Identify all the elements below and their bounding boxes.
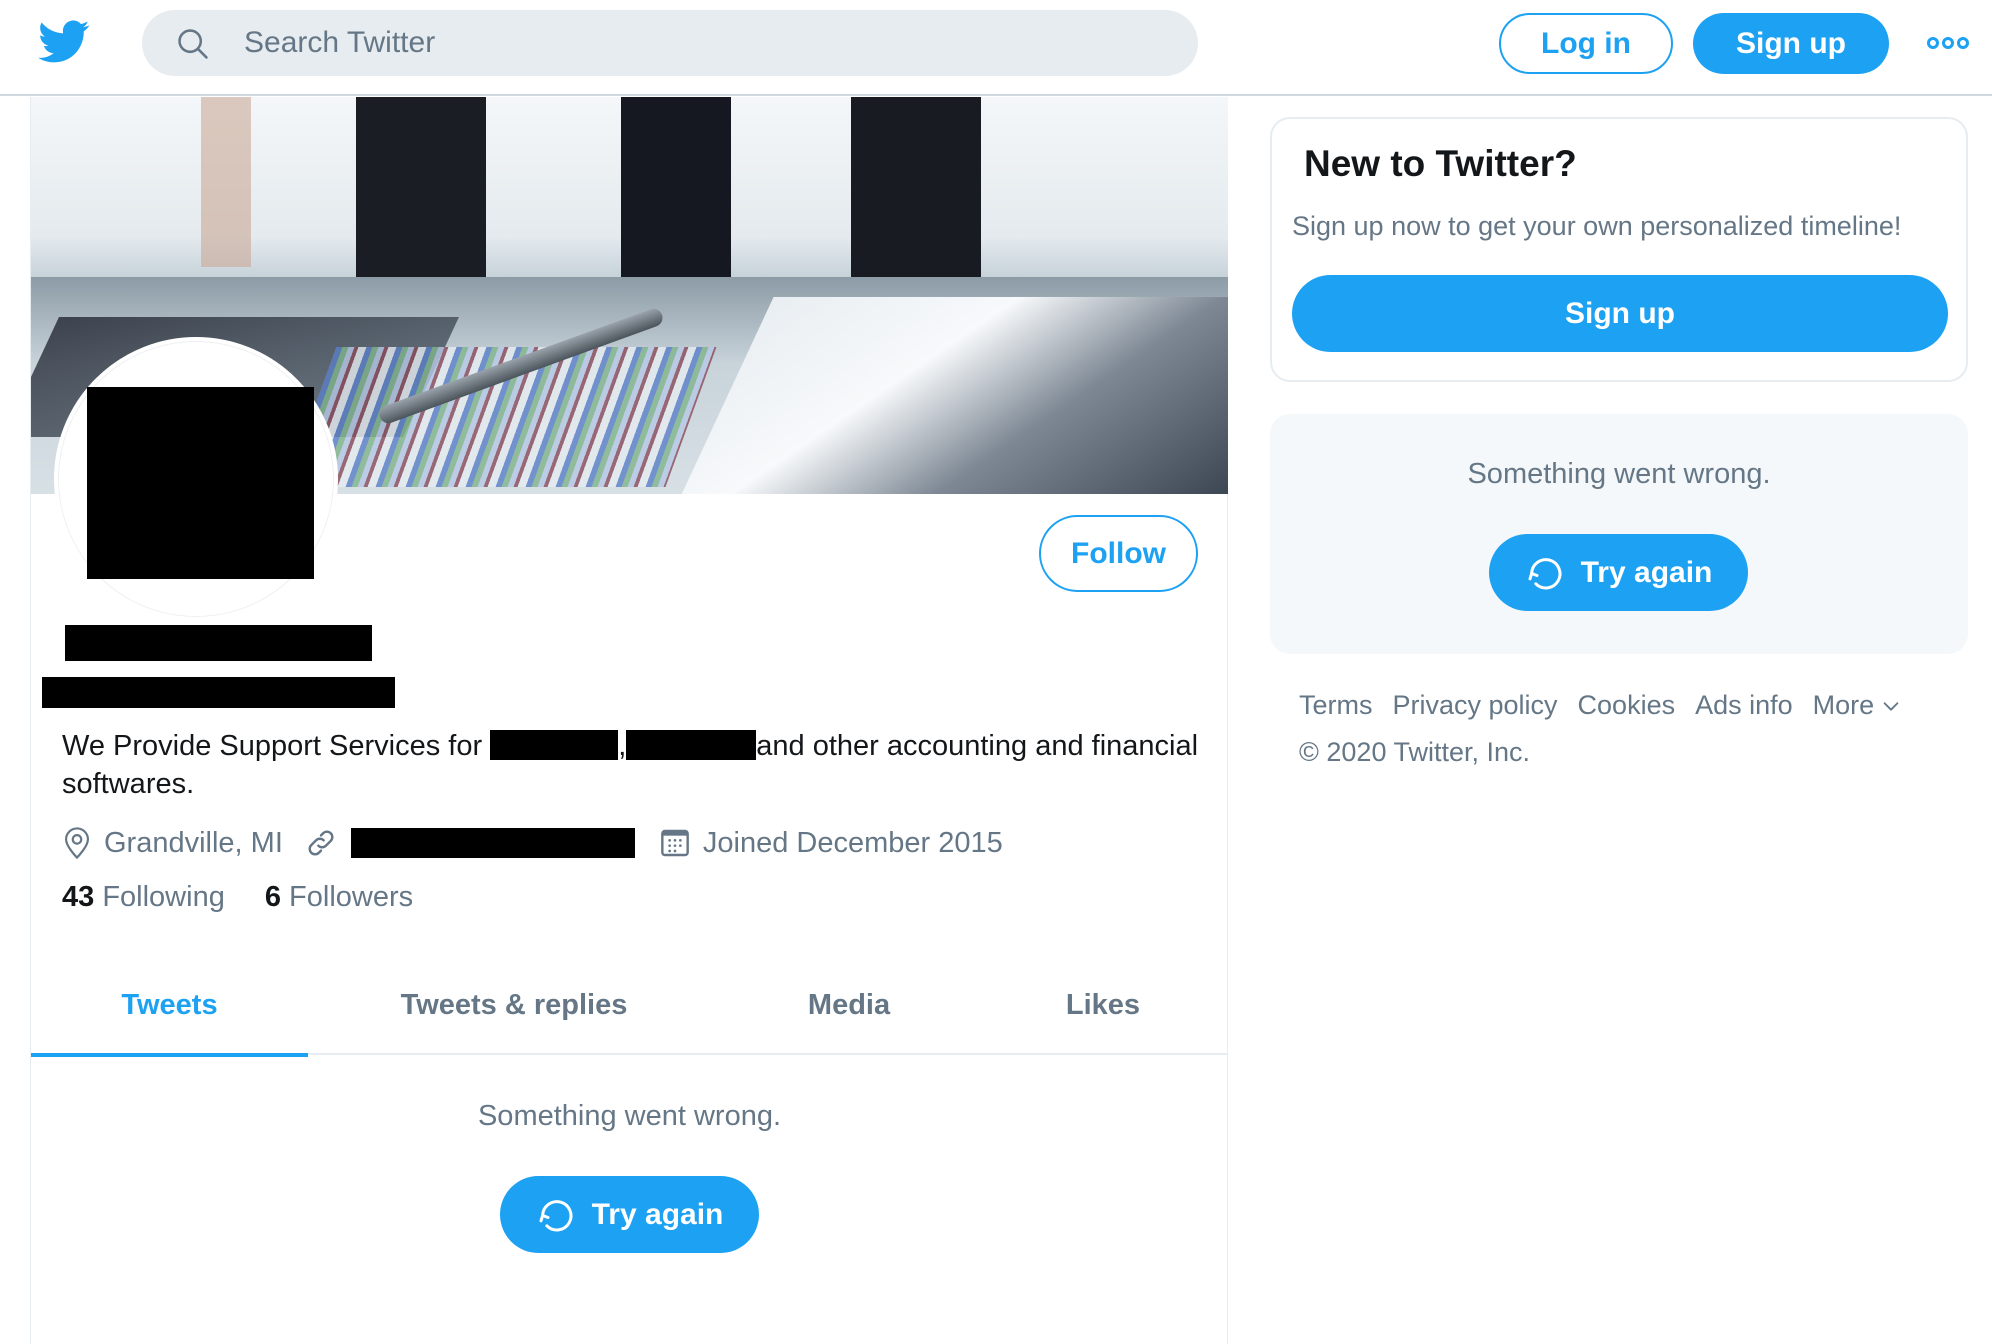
tab-media[interactable]: Media <box>720 955 978 1055</box>
dot <box>1927 37 1939 49</box>
followers-count: 6 <box>264 881 281 913</box>
try-again-label: Try again <box>1580 555 1713 589</box>
footer-links: Terms Privacy policy Cookies Ads info Mo… <box>1299 690 1922 721</box>
banner-window-frame <box>201 97 251 267</box>
footer-link-cookies[interactable]: Cookies <box>1578 690 1676 721</box>
card-subtitle: Sign up now to get your own personalized… <box>1292 211 1902 241</box>
footer-link-ads-info[interactable]: Ads info <box>1695 690 1793 721</box>
profile-handle-redacted <box>42 677 395 708</box>
joined-text: Joined December 2015 <box>702 826 1003 859</box>
login-button[interactable]: Log in <box>1499 13 1673 74</box>
more-label: More <box>1812 690 1875 720</box>
card-title: New to Twitter? <box>1304 143 1577 184</box>
refresh-icon <box>539 1199 573 1231</box>
banner-person-silhouette <box>851 97 981 297</box>
following-label: Following <box>102 881 225 913</box>
followers-label: Followers <box>289 881 414 913</box>
location-pin-icon <box>64 827 90 860</box>
avatar-redaction <box>87 387 314 579</box>
copyright-text: © 2020 Twitter, Inc. <box>1299 737 1531 767</box>
top-navigation-bar: Log in Sign up <box>0 0 1992 96</box>
dot <box>1942 37 1954 49</box>
search-input[interactable] <box>244 10 1144 76</box>
profile-column: Follow We Provide Support Services for ,… <box>30 97 1228 1344</box>
twitter-bird-icon[interactable] <box>38 20 90 64</box>
timeline-error-message: Something went wrong. <box>477 1100 782 1132</box>
profile-meta: Grandville, MI Joined December 2015 <box>62 823 1025 863</box>
new-to-twitter-card: New to Twitter? Sign up now to get your … <box>1270 117 1968 382</box>
profile-stats: 43 Following 6 Followers <box>62 881 453 914</box>
location-text: Grandville, MI <box>104 826 283 859</box>
dot <box>1957 37 1969 49</box>
following-link[interactable]: 43 Following <box>62 881 225 914</box>
tab-tweets[interactable]: Tweets <box>31 955 308 1057</box>
search-icon <box>178 29 208 59</box>
signup-button[interactable]: Sign up <box>1693 13 1889 74</box>
joined-item: Joined December 2015 <box>659 827 1003 860</box>
footer-link-terms[interactable]: Terms <box>1299 690 1373 721</box>
sidebar-error-message: Something went wrong. <box>1467 458 1771 490</box>
sidebar-error-card: Something went wrong. Try again <box>1270 414 1968 654</box>
chevron-down-icon <box>1883 701 1899 711</box>
profile-tabs: Tweets Tweets & replies Media Likes <box>31 955 1228 1057</box>
profile-name-redacted <box>65 625 372 661</box>
followers-link[interactable]: 6 Followers <box>265 881 413 914</box>
footer-link-more[interactable]: More <box>1813 690 1903 721</box>
link-icon <box>308 830 334 856</box>
refresh-icon <box>1528 557 1562 589</box>
profile-bio: We Provide Support Services for , and oth… <box>62 727 1212 803</box>
calendar-icon <box>661 829 689 857</box>
footer-link-privacy[interactable]: Privacy policy <box>1393 690 1558 721</box>
bio-redaction <box>490 730 619 760</box>
following-count: 43 <box>62 881 95 913</box>
try-again-label: Try again <box>591 1197 724 1231</box>
banner-person-silhouette <box>356 97 486 297</box>
bio-text-1: We Provide Support Services for <box>62 730 491 762</box>
search-bar[interactable] <box>142 10 1198 76</box>
tab-tweets-and-replies[interactable]: Tweets & replies <box>308 955 720 1055</box>
more-dots-icon[interactable] <box>1922 30 1974 56</box>
sidebar-try-again-button[interactable]: Try again <box>1489 534 1748 611</box>
bio-separator: , <box>618 730 627 762</box>
tab-likes[interactable]: Likes <box>978 955 1228 1055</box>
website-link-redacted[interactable] <box>350 828 635 858</box>
sidebar-signup-button[interactable]: Sign up <box>1292 275 1948 352</box>
banner-person-silhouette <box>621 97 731 287</box>
location-item: Grandville, MI <box>62 826 283 860</box>
bio-redaction <box>626 730 757 760</box>
timeline-try-again-button[interactable]: Try again <box>500 1176 759 1253</box>
follow-button[interactable]: Follow <box>1039 515 1198 592</box>
